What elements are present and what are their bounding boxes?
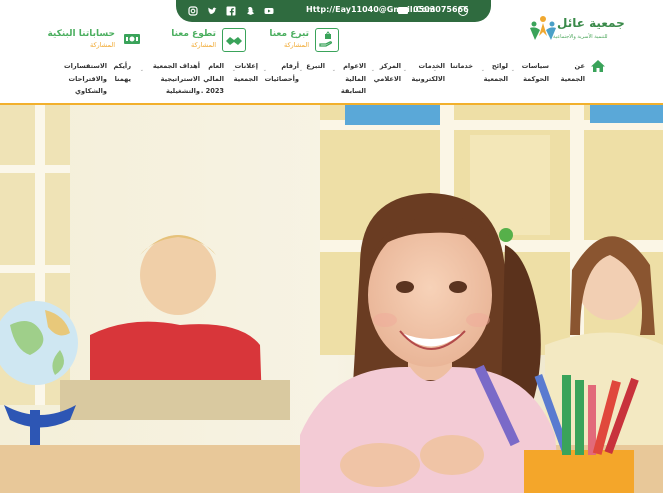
nav-item-goals[interactable]: أهداف الجمعية الاستراتيجية والتشغيلية bbox=[153, 60, 200, 98]
nav-item-governance[interactable]: سياسات الحوكمة bbox=[522, 60, 549, 85]
bank-title: حساباتنا البنكية bbox=[47, 29, 115, 39]
volunteer-action[interactable]: تطوع معنا المشاركة bbox=[166, 28, 246, 54]
social-links bbox=[188, 6, 274, 16]
site-logo[interactable]: جمعية عائل للتنمية الأسرية والاجتماعية bbox=[529, 14, 625, 50]
contact-bar: Http://Eay11040@Gmail.Com 0503075666 bbox=[176, 0, 491, 22]
nav-item-statistics[interactable]: أرقام وأحصائيات bbox=[265, 60, 299, 85]
donate-icon bbox=[315, 28, 339, 52]
nav-item-about[interactable]: عن الجمعية bbox=[561, 60, 585, 85]
twitter-icon[interactable] bbox=[207, 6, 217, 16]
logo-name: جمعية عائل bbox=[557, 16, 625, 30]
youtube-icon[interactable] bbox=[264, 6, 274, 16]
chevron-down-icon: ⌄ bbox=[402, 67, 407, 73]
bank-icon bbox=[121, 28, 145, 52]
nav-item-inquiries[interactable]: الاستفسارات والاقتراحات والشكاوي bbox=[64, 60, 107, 98]
chevron-down-icon: ⌄ bbox=[231, 67, 236, 73]
nav-item-donate[interactable]: التبرع bbox=[306, 60, 325, 73]
main-nav: عن الجمعية سياسات الحوكمة ⌄ لوائح الجمعي… bbox=[0, 58, 663, 102]
nav-item-e-services[interactable]: الخدمات الالكترونية bbox=[411, 60, 445, 85]
chevron-down-icon: ⌄ bbox=[139, 67, 144, 73]
snapchat-icon[interactable] bbox=[245, 6, 255, 16]
volunteer-icon bbox=[222, 28, 246, 52]
chevron-down-icon: ⌄ bbox=[510, 67, 515, 73]
donate-action[interactable]: تبرع معنا المشاركة bbox=[265, 28, 339, 54]
nav-item-previous-years[interactable]: الاعوام المالية السابقة bbox=[341, 60, 366, 98]
envelope-icon bbox=[398, 7, 408, 14]
instagram-icon[interactable] bbox=[188, 6, 198, 16]
chevron-down-icon: ⌄ bbox=[331, 67, 336, 73]
whatsapp-icon[interactable] bbox=[458, 6, 468, 16]
chevron-down-icon: ⌄ bbox=[480, 67, 485, 73]
nav-item-fiscal-year[interactable]: العام المالي 2023 . bbox=[201, 60, 224, 98]
chevron-down-icon: ⌄ bbox=[262, 67, 267, 73]
donate-title: تبرع معنا bbox=[269, 29, 309, 39]
facebook-icon[interactable] bbox=[226, 6, 236, 16]
bank-subtitle: المشاركة bbox=[89, 41, 115, 49]
nav-item-announcements[interactable]: إعلانات الجمعية bbox=[234, 60, 258, 85]
donate-subtitle: المشاركة bbox=[283, 41, 309, 49]
chevron-down-icon: ⌄ bbox=[370, 67, 375, 73]
bank-accounts-action[interactable]: حساباتنا البنكية المشاركة bbox=[47, 28, 145, 54]
nav-item-media-center[interactable]: المركز الاعلامي bbox=[374, 60, 401, 85]
volunteer-title: تطوع معنا bbox=[171, 29, 216, 39]
chevron-down-icon: ⌄ bbox=[298, 67, 303, 73]
hero-image bbox=[0, 105, 663, 493]
nav-item-services[interactable]: خدماتنا bbox=[450, 60, 473, 73]
nav-item-feedback[interactable]: رأيكم يهمنا bbox=[113, 60, 131, 85]
classroom-photo bbox=[0, 105, 663, 493]
nav-item-regulations[interactable]: لوائح الجمعية bbox=[484, 60, 508, 85]
logo-subtitle: للتنمية الأسرية والاجتماعية bbox=[553, 34, 608, 40]
volunteer-subtitle: المشاركة bbox=[190, 41, 216, 49]
logo-figures-icon bbox=[530, 16, 556, 40]
